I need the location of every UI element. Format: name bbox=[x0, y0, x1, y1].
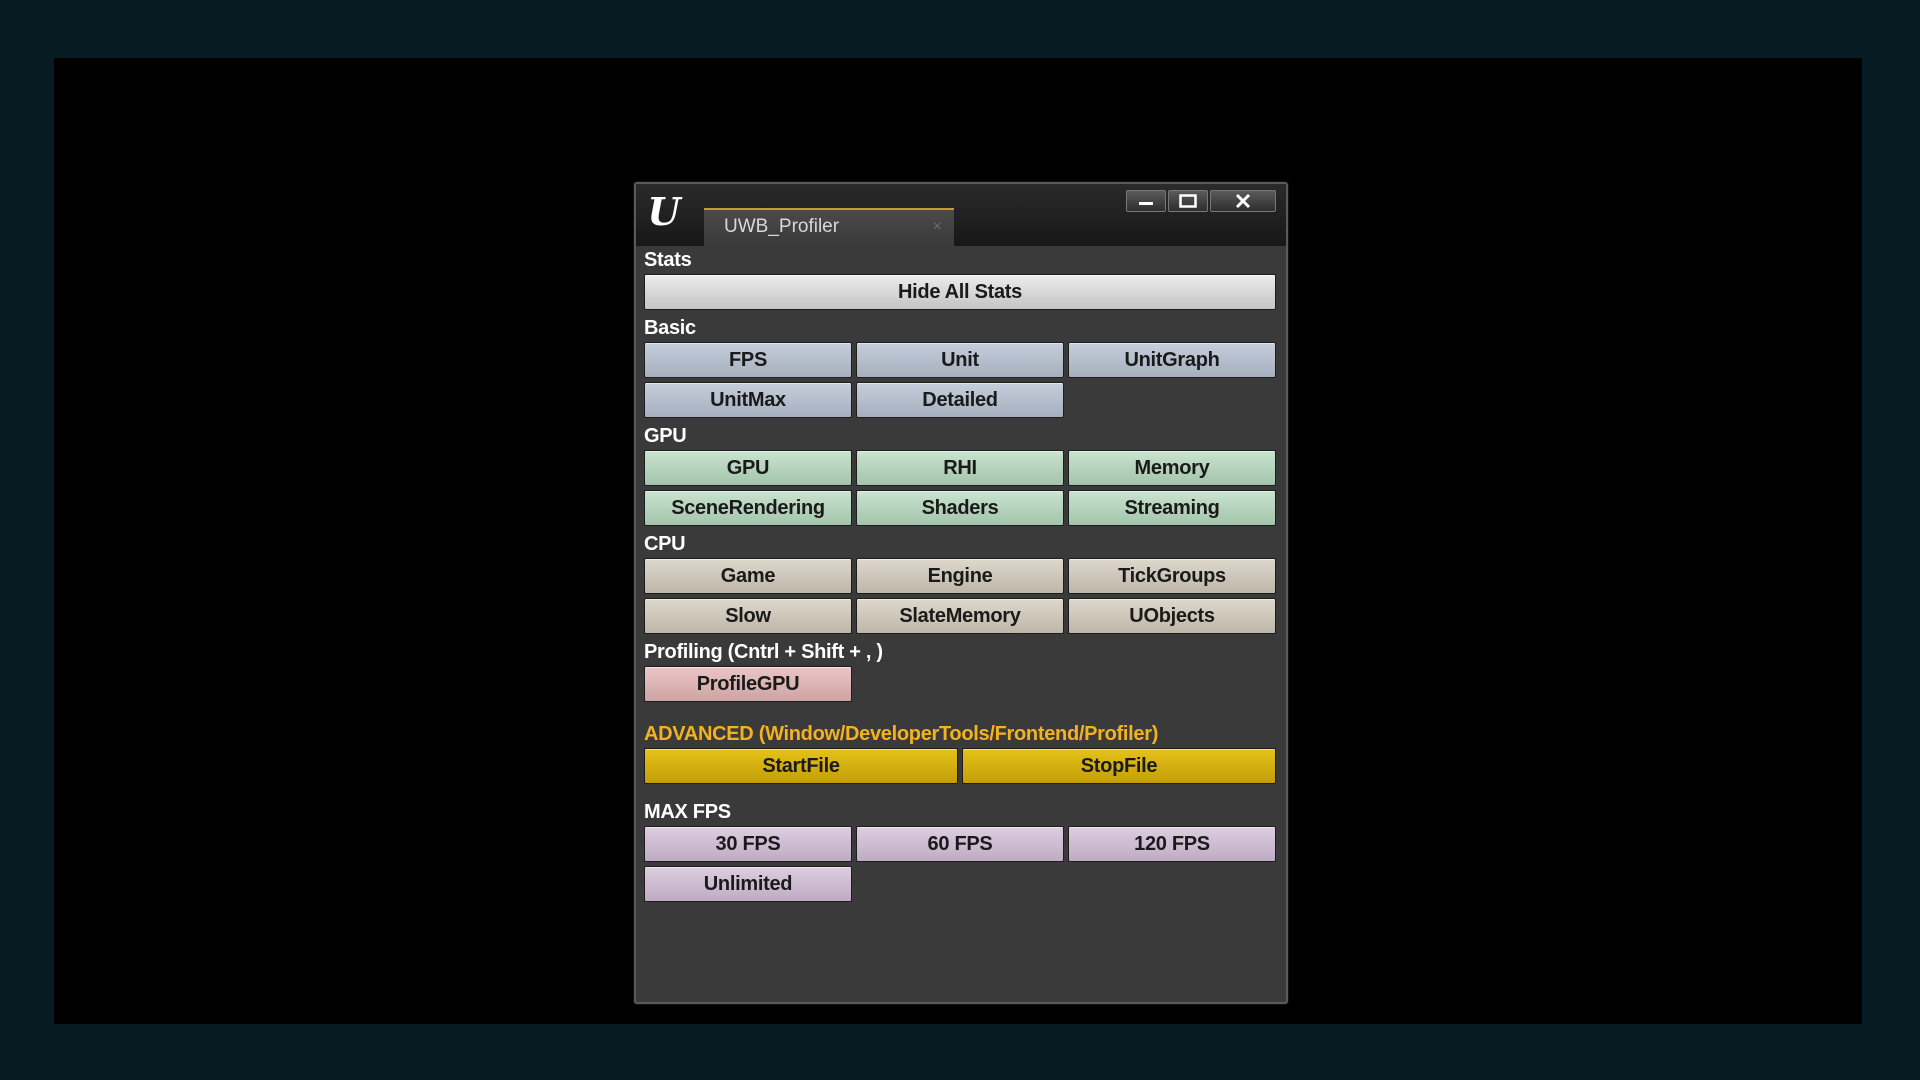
streaming-button[interactable]: Streaming bbox=[1068, 490, 1276, 526]
game-button[interactable]: Game bbox=[644, 558, 852, 594]
tickgroups-button[interactable]: TickGroups bbox=[1068, 558, 1276, 594]
unitmax-button[interactable]: UnitMax bbox=[644, 382, 852, 418]
minimize-button[interactable] bbox=[1126, 190, 1166, 212]
fps-button[interactable]: FPS bbox=[644, 342, 852, 378]
minimize-icon bbox=[1139, 202, 1153, 205]
slow-button[interactable]: Slow bbox=[644, 598, 852, 634]
section-label-gpu: GPU bbox=[644, 425, 687, 447]
tab-close-icon[interactable]: × bbox=[933, 218, 942, 236]
section-label-max-fps: MAX FPS bbox=[644, 801, 731, 823]
profiler-content: Stats Hide All Stats Basic FPS Unit Unit… bbox=[644, 246, 1278, 906]
profiler-window: U UWB_Profiler × Stats Hide All Stats Ba… bbox=[634, 182, 1288, 1004]
uobjects-button[interactable]: UObjects bbox=[1068, 598, 1276, 634]
unitgraph-button[interactable]: UnitGraph bbox=[1068, 342, 1276, 378]
section-label-profiling: Profiling (Cntrl + Shift + , ) bbox=[644, 641, 883, 663]
startfile-button[interactable]: StartFile bbox=[644, 748, 958, 784]
fps-60-button[interactable]: 60 FPS bbox=[856, 826, 1064, 862]
tab-uwb-profiler[interactable]: UWB_Profiler × bbox=[704, 208, 954, 246]
window-controls bbox=[1124, 190, 1276, 212]
close-button[interactable] bbox=[1210, 190, 1276, 212]
fps-120-button[interactable]: 120 FPS bbox=[1068, 826, 1276, 862]
engine-button[interactable]: Engine bbox=[856, 558, 1064, 594]
tab-label: UWB_Profiler bbox=[724, 216, 840, 237]
maximize-icon bbox=[1179, 194, 1197, 208]
section-label-advanced: ADVANCED (Window/DeveloperTools/Frontend… bbox=[644, 723, 1159, 745]
unit-button[interactable]: Unit bbox=[856, 342, 1064, 378]
fps-30-button[interactable]: 30 FPS bbox=[644, 826, 852, 862]
gpu-button[interactable]: GPU bbox=[644, 450, 852, 486]
section-label-cpu: CPU bbox=[644, 533, 686, 555]
close-icon bbox=[1235, 193, 1251, 209]
hide-all-stats-button[interactable]: Hide All Stats bbox=[644, 274, 1276, 310]
maximize-button[interactable] bbox=[1168, 190, 1208, 212]
stopfile-button[interactable]: StopFile bbox=[962, 748, 1276, 784]
slatememory-button[interactable]: SlateMemory bbox=[856, 598, 1064, 634]
detailed-button[interactable]: Detailed bbox=[856, 382, 1064, 418]
title-bar[interactable]: U UWB_Profiler × bbox=[636, 184, 1286, 246]
section-label-basic: Basic bbox=[644, 317, 696, 339]
section-label-stats: Stats bbox=[644, 249, 692, 271]
screen-area: U UWB_Profiler × Stats Hide All Stats Ba… bbox=[54, 58, 1862, 1024]
scenerendering-button[interactable]: SceneRendering bbox=[644, 490, 852, 526]
memory-button[interactable]: Memory bbox=[1068, 450, 1276, 486]
rhi-button[interactable]: RHI bbox=[856, 450, 1064, 486]
profilegpu-button[interactable]: ProfileGPU bbox=[644, 666, 852, 702]
fps-unlimited-button[interactable]: Unlimited bbox=[644, 866, 852, 902]
unreal-logo-icon: U bbox=[647, 189, 681, 234]
shaders-button[interactable]: Shaders bbox=[856, 490, 1064, 526]
